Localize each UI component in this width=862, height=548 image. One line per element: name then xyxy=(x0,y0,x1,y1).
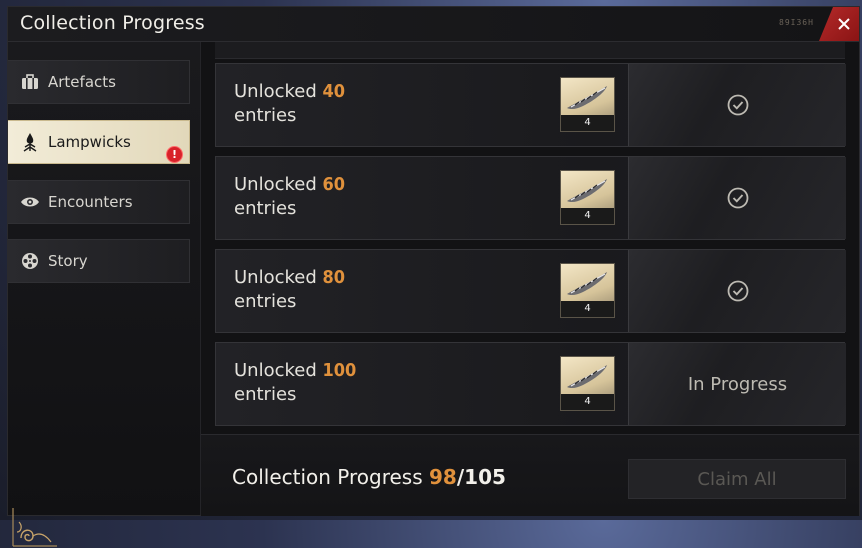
reward-item[interactable]: 4 xyxy=(560,356,615,411)
quill-reward-icon xyxy=(567,86,607,110)
progress-total: 105 xyxy=(464,465,506,489)
milestone-prefix: Unlocked xyxy=(234,267,317,288)
sidebar-item-artefacts[interactable]: Artefacts xyxy=(8,60,190,104)
sidebar-item-label: Story xyxy=(48,252,88,270)
close-button[interactable] xyxy=(819,7,859,41)
milestone-suffix: entries xyxy=(234,291,297,312)
collection-progress-window: Collection Progress 89I36H Artefacts Lam… xyxy=(7,6,860,547)
milestone-prefix: Unlocked xyxy=(234,360,317,381)
reward-quantity: 4 xyxy=(561,208,614,224)
progress-current: 98 xyxy=(429,465,457,489)
sidebar: Artefacts Lampwicks ! Encounters Story xyxy=(8,42,201,547)
milestone-text: Unlocked 100 entries xyxy=(234,359,356,407)
milestone-count: 100 xyxy=(322,360,357,381)
checkmark-circle-icon xyxy=(727,187,748,209)
claim-all-button[interactable]: Claim All xyxy=(628,459,846,499)
window-title: Collection Progress xyxy=(20,12,205,34)
reward-item[interactable]: 4 xyxy=(560,170,615,225)
collection-progress-summary: Collection Progress 98/105 xyxy=(232,465,506,489)
status-cell xyxy=(628,250,846,332)
milestone-prefix: Unlocked xyxy=(234,81,317,102)
quill-reward-icon xyxy=(567,365,607,389)
suitcase-icon xyxy=(20,72,40,92)
checkmark-circle-icon xyxy=(727,280,748,302)
milestone-count: 80 xyxy=(322,267,346,288)
reward-quantity: 4 xyxy=(561,115,614,131)
footer-bar: Collection Progress 98/105 Claim All xyxy=(201,434,859,516)
status-in-progress: In Progress xyxy=(687,373,788,395)
milestone-prefix: Unlocked xyxy=(234,174,317,195)
milestone-suffix: entries xyxy=(234,105,297,126)
reward-quantity: 4 xyxy=(561,394,614,410)
reward-item[interactable]: 4 xyxy=(560,263,615,318)
reward-quantity: 4 xyxy=(561,301,614,317)
sidebar-item-label: Artefacts xyxy=(48,73,116,91)
checkmark-circle-icon xyxy=(727,94,748,116)
status-cell xyxy=(628,157,846,239)
eye-lotus-icon xyxy=(20,192,40,212)
reward-item[interactable]: 4 xyxy=(560,77,615,132)
content-panel: Unlocked 40 entries 4 Unlocked 60 entrie… xyxy=(201,42,859,516)
close-icon xyxy=(838,18,850,30)
status-cell: In Progress xyxy=(628,343,846,425)
sidebar-item-story[interactable]: Story xyxy=(8,239,190,283)
sidebar-item-lampwicks[interactable]: Lampwicks xyxy=(8,120,190,164)
notification-badge: ! xyxy=(166,146,183,163)
milestone-row: Unlocked 40 entries 4 xyxy=(215,63,846,147)
sidebar-item-label: Encounters xyxy=(48,193,133,211)
sidebar-item-label: Lampwicks xyxy=(48,133,131,151)
sidebar-item-encounters[interactable]: Encounters xyxy=(8,180,190,224)
milestone-text: Unlocked 80 entries xyxy=(234,266,345,314)
status-cell xyxy=(628,64,846,146)
footer-label: Collection Progress xyxy=(232,465,423,489)
milestone-row: Unlocked 100 entries 4 In Progress xyxy=(215,342,846,426)
quill-reward-icon xyxy=(567,179,607,203)
milestone-text: Unlocked 40 entries xyxy=(234,80,345,128)
film-reel-icon xyxy=(20,251,40,271)
quill-reward-icon xyxy=(567,272,607,296)
scrolled-row-edge xyxy=(215,42,845,59)
milestone-text: Unlocked 60 entries xyxy=(234,173,345,221)
title-bar: Collection Progress 89I36H xyxy=(8,7,859,42)
milestone-suffix: entries xyxy=(234,384,297,405)
lampwick-flame-icon xyxy=(20,132,40,152)
milestone-row: Unlocked 60 entries 4 xyxy=(215,156,846,240)
watermark-text: 89I36H xyxy=(779,18,814,27)
milestone-count: 40 xyxy=(322,81,346,102)
corner-ornament-icon xyxy=(12,508,57,547)
milestone-count: 60 xyxy=(322,174,346,195)
milestone-suffix: entries xyxy=(234,198,297,219)
milestone-row: Unlocked 80 entries 4 xyxy=(215,249,846,333)
